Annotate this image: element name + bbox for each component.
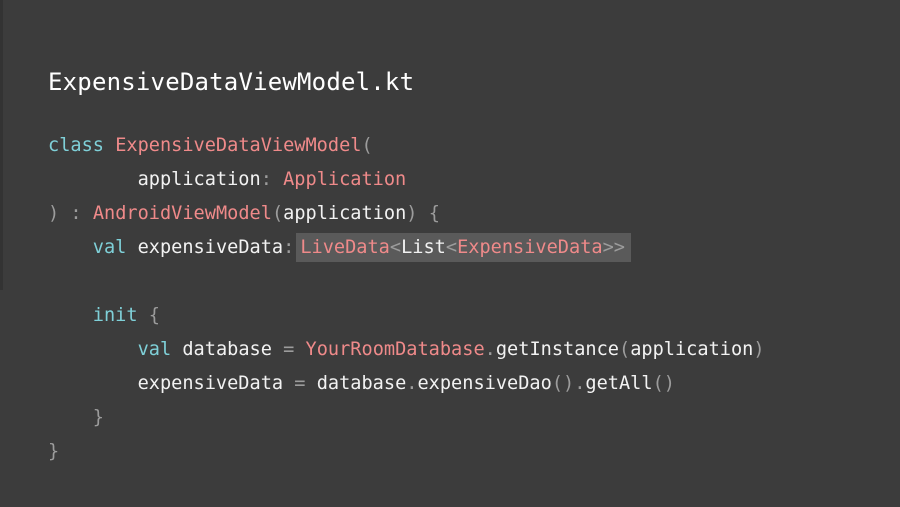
assign-target: expensiveData [137, 373, 284, 394]
type-livedata: LiveData [300, 237, 390, 258]
open-brace: { [148, 305, 160, 326]
colon: : [70, 203, 82, 224]
close-brace: } [48, 441, 60, 462]
code-line-6: init { [48, 299, 765, 333]
colon: : [283, 237, 295, 258]
file-title: ExpensiveDataViewModel.kt [48, 68, 415, 96]
highlighted-type: LiveData<List<ExpensiveData>> [296, 233, 631, 262]
equals: = [294, 373, 306, 394]
keyword-val: val [92, 237, 127, 258]
open-paren: ( [619, 339, 631, 360]
close-paren: ) [48, 203, 60, 224]
property-name: expensiveData [137, 237, 284, 258]
keyword-val: val [137, 339, 172, 360]
super-type: AndroidViewModel [92, 203, 272, 224]
code-line-8: expensiveData = database.expensiveDao().… [48, 367, 765, 401]
param-name: application [137, 169, 261, 190]
var-name: database [182, 339, 272, 360]
open-brace: { [428, 203, 440, 224]
open-paren: ( [271, 203, 284, 224]
code-block: class ExpensiveDataViewModel( applicatio… [48, 129, 765, 469]
code-line-2: application: Application [48, 163, 765, 197]
dot: . [484, 339, 496, 360]
type-list: List [401, 237, 446, 258]
receiver: database [316, 373, 407, 394]
equals: = [283, 339, 295, 360]
class-name: ExpensiveDataViewModel [115, 135, 362, 156]
dot: . [574, 373, 586, 394]
parens: () [652, 373, 675, 394]
colon: : [260, 169, 272, 190]
method-name: getAll [585, 373, 653, 394]
dot: . [406, 373, 418, 394]
keyword-init: init [92, 305, 138, 326]
close-paren: ) [406, 203, 418, 224]
super-arg: application [283, 203, 407, 224]
angle-open: < [445, 237, 458, 258]
method-name: getInstance [495, 339, 619, 360]
code-line-5-blank [48, 265, 765, 299]
angle-open: < [389, 237, 402, 258]
method-arg: application [630, 339, 754, 360]
left-edge-shade [0, 0, 3, 290]
parens: () [551, 373, 575, 394]
code-slide: ExpensiveDataViewModel.kt class Expensiv… [0, 0, 900, 507]
code-line-4: val expensiveData: LiveData<List<Expensiv… [48, 231, 765, 265]
close-paren: ) [753, 339, 765, 360]
code-line-7: val database = YourRoomDatabase.getInsta… [48, 333, 765, 367]
code-line-9: } [48, 401, 765, 435]
code-line-1: class ExpensiveDataViewModel( [48, 129, 765, 163]
method-name: expensiveDao [417, 373, 552, 394]
db-class: YourRoomDatabase [305, 339, 485, 360]
type-expensive-data: ExpensiveData [457, 237, 603, 258]
open-paren: ( [361, 135, 373, 156]
close-brace: } [92, 407, 104, 428]
angle-close: >> [602, 237, 625, 258]
keyword-class: class [48, 135, 104, 156]
code-line-10: } [48, 435, 765, 469]
param-type: Application [283, 169, 407, 190]
code-line-3: ) : AndroidViewModel(application) { [48, 197, 765, 231]
